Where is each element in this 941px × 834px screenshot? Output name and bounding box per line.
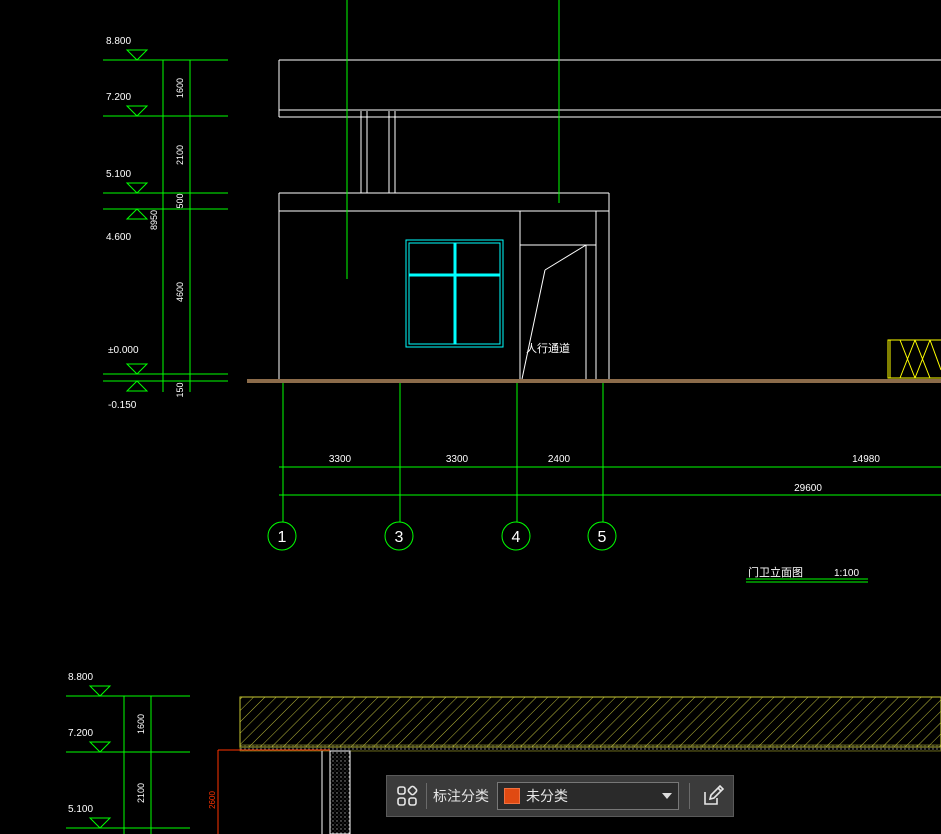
passage-label: 人行通道 bbox=[526, 341, 570, 355]
level-label: 8.800 bbox=[68, 672, 93, 683]
slab-edge bbox=[239, 744, 941, 752]
segment-label: 2100 bbox=[175, 145, 185, 165]
category-color-swatch bbox=[504, 788, 521, 804]
window bbox=[405, 239, 504, 348]
level-labels: 8.800 7.200 5.100 4.600 ±0.000 -0.150 bbox=[106, 36, 139, 411]
ground-line bbox=[247, 379, 941, 383]
cad-canvas[interactable]: 8.800 7.200 5.100 4.600 ±0.000 -0.150 16… bbox=[0, 0, 941, 834]
level-label: 5.100 bbox=[106, 169, 131, 180]
section-wall bbox=[329, 750, 351, 834]
segment-label: 1600 bbox=[136, 714, 146, 734]
segment-label: 2100 bbox=[136, 783, 146, 803]
total-height-label: 8950 bbox=[149, 210, 159, 230]
axis-bubbles bbox=[267, 521, 617, 551]
building-outline bbox=[278, 59, 941, 381]
roof-slab bbox=[239, 696, 941, 748]
toolbar-separator bbox=[688, 783, 690, 809]
grid-icon[interactable] bbox=[387, 776, 426, 816]
level-label: 7.200 bbox=[68, 728, 93, 739]
overall-span-label: 29600 bbox=[794, 483, 822, 494]
category-label: 标注分类 bbox=[433, 789, 490, 805]
annotation-category-toolbar: 标注分类 未分类 bbox=[386, 775, 734, 817]
elevation-drawing: 8.800 7.200 5.100 4.600 ±0.000 -0.150 16… bbox=[103, 0, 941, 583]
span-label: 14980 bbox=[852, 454, 880, 465]
drawing-scale: 1:100 bbox=[834, 568, 859, 579]
segment-label: 500 bbox=[175, 193, 185, 208]
level-line bbox=[217, 749, 330, 834]
level-label: 8.800 bbox=[106, 36, 131, 47]
drawing-title: 门卫立面图 bbox=[748, 565, 803, 579]
axis-label: 5 bbox=[598, 529, 607, 546]
category-select[interactable]: 未分类 bbox=[497, 782, 679, 810]
height-label: 2600 bbox=[208, 791, 217, 809]
span-label: 2400 bbox=[548, 454, 571, 465]
segment-label: 1600 bbox=[175, 78, 185, 98]
segment-label: 4600 bbox=[175, 282, 185, 302]
axis-label: 4 bbox=[512, 529, 521, 546]
drawing-title-block: 门卫立面图 1:100 bbox=[746, 565, 868, 583]
level-label: 4.600 bbox=[106, 232, 131, 243]
level-label: ±0.000 bbox=[108, 345, 139, 356]
axis-label: 1 bbox=[278, 529, 287, 546]
segment-label: 150 bbox=[175, 382, 185, 397]
edit-icon[interactable] bbox=[694, 776, 733, 816]
sliding-gate bbox=[887, 339, 941, 379]
level-label: -0.150 bbox=[108, 400, 137, 411]
axis-labels: 1 3 4 5 bbox=[278, 529, 607, 546]
segment-labels: 1600 2100 500 4600 150 8950 bbox=[149, 78, 185, 398]
chevron-down-icon bbox=[661, 793, 672, 799]
span-label: 3300 bbox=[446, 454, 469, 465]
span-labels: 3300 3300 2400 14980 29600 bbox=[329, 454, 880, 494]
axis-label: 3 bbox=[395, 529, 404, 546]
category-select-value: 未分类 bbox=[526, 789, 569, 805]
level-label: 5.100 bbox=[68, 804, 93, 815]
axis-lines bbox=[279, 0, 941, 522]
level-label: 7.200 bbox=[106, 92, 131, 103]
span-label: 3300 bbox=[329, 454, 352, 465]
